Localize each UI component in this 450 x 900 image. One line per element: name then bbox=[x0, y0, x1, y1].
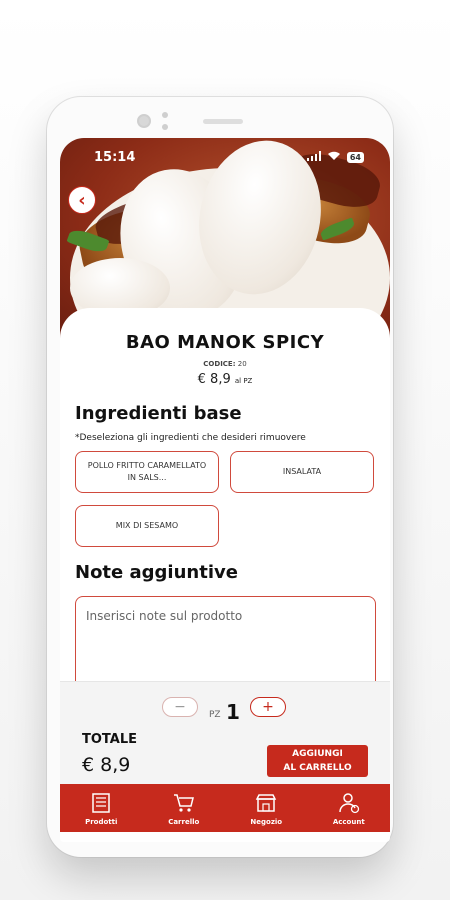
speaker bbox=[203, 119, 243, 124]
total-value: € 8,9 bbox=[82, 754, 131, 776]
quantity-unit: PZ bbox=[209, 710, 221, 720]
camera bbox=[137, 114, 151, 128]
signal-icon bbox=[306, 150, 321, 165]
increase-quantity-button[interactable]: + bbox=[250, 697, 286, 717]
product-code: CODICE: 20 bbox=[203, 360, 247, 368]
total-label: TOTALE bbox=[82, 732, 138, 747]
battery-icon: 64 bbox=[346, 152, 364, 163]
product-price: € 8,9 al PZ bbox=[197, 372, 253, 387]
menu-board-icon bbox=[92, 792, 110, 813]
back-arrow-icon: ‹ bbox=[78, 189, 86, 211]
bottom-nav: Prodotti Carrello Negozio Account bbox=[60, 784, 390, 832]
wifi-icon bbox=[327, 150, 341, 165]
ingredients-heading: Ingredienti base bbox=[75, 403, 242, 424]
back-button[interactable]: ‹ bbox=[68, 186, 96, 214]
product-name: BAO MANOK SPICY bbox=[125, 332, 325, 353]
nav-item-prodotti[interactable]: Prodotti bbox=[60, 784, 143, 832]
decrease-quantity-button[interactable]: − bbox=[162, 697, 198, 717]
order-panel: − PZ 1 + TOTALE € 8,9 AGGIUNGI AL CARRELL… bbox=[60, 681, 390, 786]
ingredient-chip-insalata[interactable]: INSALATA bbox=[230, 451, 374, 493]
account-icon bbox=[339, 792, 359, 813]
ingredients-hint: *Deseleziona gli ingredienti che desider… bbox=[75, 433, 306, 443]
store-icon bbox=[256, 793, 277, 812]
app-screen: 15:14 64 ‹ BAO MANOK SPICY CODICE: 20 € … bbox=[60, 138, 390, 842]
nav-item-account[interactable]: Account bbox=[308, 784, 391, 832]
add-to-cart-button[interactable]: AGGIUNGI AL CARRELLO bbox=[267, 745, 368, 777]
notes-heading: Note aggiuntive bbox=[75, 562, 238, 583]
quantity-value: 1 bbox=[226, 700, 240, 724]
status-bar: 15:14 64 bbox=[94, 150, 364, 165]
nav-item-negozio[interactable]: Negozio bbox=[225, 784, 308, 832]
cart-icon bbox=[173, 793, 194, 812]
ingredient-chip-sesamo[interactable]: MIX DI SESAMO bbox=[75, 505, 219, 547]
nav-item-carrello[interactable]: Carrello bbox=[143, 784, 226, 832]
status-time: 15:14 bbox=[94, 150, 136, 165]
sensor bbox=[162, 112, 168, 130]
ingredient-chip-pollo[interactable]: POLLO FRITTO CARAMELLATO IN SALS... bbox=[75, 451, 219, 493]
